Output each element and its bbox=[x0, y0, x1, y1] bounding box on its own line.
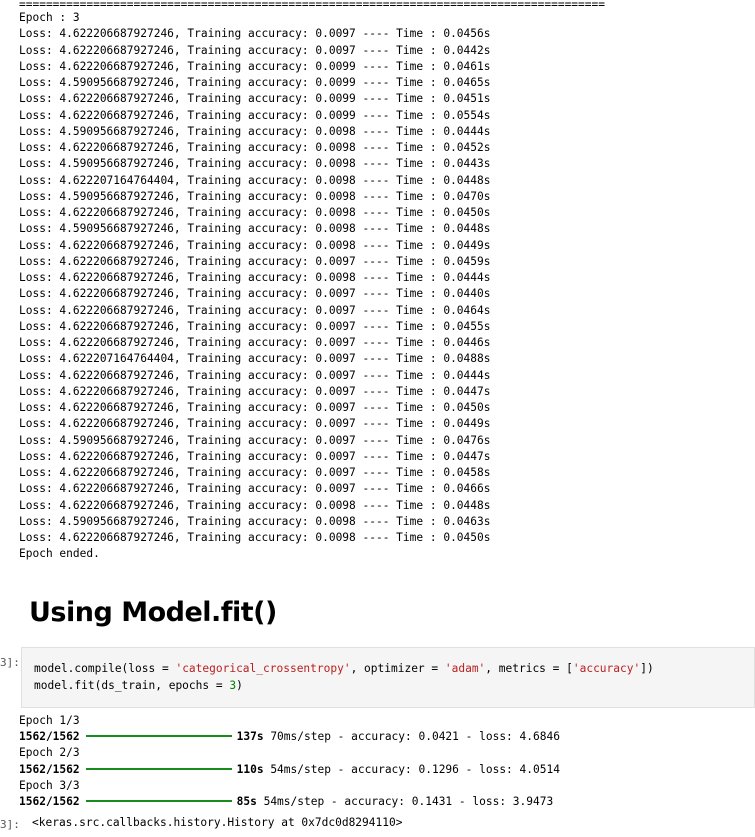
fit-progress-line: 1562/1562 85s 54ms/step - accuracy: 0.143… bbox=[19, 794, 749, 810]
log-line: Loss: 4.622207164764404, Training accura… bbox=[19, 173, 491, 187]
code-token: , metrics = [ bbox=[485, 662, 573, 675]
log-line: Loss: 4.622206687927246, Training accura… bbox=[19, 238, 491, 252]
log-line: Loss: 4.622206687927246, Training accura… bbox=[19, 384, 491, 398]
log-line: Loss: 4.590956687927246, Training accura… bbox=[19, 514, 491, 528]
log-line: Loss: 4.622206687927246, Training accura… bbox=[19, 466, 491, 479]
fit-epoch-header: Epoch 1/3 bbox=[19, 714, 80, 727]
log-line: Loss: 4.622206687927246, Training accura… bbox=[19, 27, 491, 41]
code-token: , optimizer = bbox=[350, 662, 445, 675]
epoch-header: Epoch : 3 bbox=[19, 11, 80, 24]
log-line: Loss: 4.590956687927246, Training accura… bbox=[19, 76, 491, 89]
log-line: Loss: 4.622206687927246, Training accura… bbox=[19, 287, 491, 301]
fit-progress-line: 1562/1562 110s 54ms/step - accuracy: 0.12… bbox=[19, 762, 749, 778]
code-line: model.compile(loss = 'categorical_crosse… bbox=[34, 660, 654, 677]
separator-line: ========================================… bbox=[19, 0, 605, 10]
code-cell[interactable]: model.compile(loss = 'categorical_crosse… bbox=[21, 647, 755, 708]
log-line: Loss: 4.590956687927246, Training accura… bbox=[19, 157, 491, 171]
log-line: Loss: 4.622207164764404, Training accura… bbox=[19, 352, 491, 366]
progress-bar bbox=[85, 799, 232, 802]
log-line: Loss: 4.622206687927246, Training accura… bbox=[19, 254, 491, 268]
log-line: Loss: 4.622206687927246, Training accura… bbox=[19, 319, 491, 333]
progress-bar bbox=[85, 767, 232, 770]
fit-metrics: 54ms/step - accuracy: 0.1431 - loss: 3.9… bbox=[256, 794, 554, 808]
code-token: model.fit(ds_train, epochs = bbox=[34, 679, 230, 692]
log-line: Loss: 4.622206687927246, Training accura… bbox=[19, 92, 491, 106]
log-line: Loss: 4.590956687927246, Training accura… bbox=[19, 222, 491, 236]
code-token: 'categorical_crossentropy' bbox=[175, 662, 351, 675]
log-line: Loss: 4.622206687927246, Training accura… bbox=[19, 108, 491, 122]
elapsed-time: 110s bbox=[236, 762, 264, 776]
log-line: Loss: 4.622206687927246, Training accura… bbox=[19, 141, 491, 154]
cell-prompt: 3]: bbox=[0, 656, 20, 669]
code-token: ) bbox=[236, 679, 243, 692]
log-line: Loss: 4.622206687927246, Training accura… bbox=[19, 498, 491, 512]
log-line: Loss: 4.590956687927246, Training accura… bbox=[19, 189, 491, 203]
log-line: Loss: 4.622206687927246, Training accura… bbox=[19, 336, 491, 349]
log-line: Loss: 4.622206687927246, Training accura… bbox=[19, 531, 491, 544]
code-token: model.compile(loss = bbox=[34, 662, 176, 675]
log-line: Loss: 4.622206687927246, Training accura… bbox=[19, 368, 491, 382]
fit-epoch-header: Epoch 2/3 bbox=[19, 746, 80, 760]
progress-bar bbox=[85, 735, 232, 738]
log-line: Loss: 4.622206687927246, Training accura… bbox=[19, 206, 491, 219]
log-line: Loss: 4.622206687927246, Training accura… bbox=[19, 43, 491, 57]
result-prompt: 3]: bbox=[0, 818, 20, 831]
elapsed-time: 137s bbox=[236, 730, 264, 744]
elapsed-time: 85s bbox=[236, 794, 257, 808]
log-line: Loss: 4.590956687927246, Training accura… bbox=[19, 124, 491, 138]
fit-progress-line: 1562/1562 137s 70ms/step - accuracy: 0.04… bbox=[19, 729, 749, 745]
log-line: Loss: 4.590956687927246, Training accura… bbox=[19, 433, 491, 447]
step-count: 1562/1562 bbox=[19, 794, 80, 808]
code-token: 'adam' bbox=[444, 662, 486, 675]
result-text: <keras.src.callbacks.history.History at … bbox=[32, 816, 403, 829]
log-line: Loss: 4.622206687927246, Training accura… bbox=[19, 59, 491, 73]
log-line: Loss: 4.622206687927246, Training accura… bbox=[19, 449, 491, 463]
section-heading: Using Model.fit() bbox=[29, 597, 277, 628]
log-line: Loss: 4.622206687927246, Training accura… bbox=[19, 303, 491, 317]
code-token: ]) bbox=[640, 662, 654, 675]
log-line: Loss: 4.622206687927246, Training accura… bbox=[19, 401, 491, 414]
training-log: Loss: 4.622206687927246, Training accura… bbox=[19, 26, 749, 546]
code-line: model.fit(ds_train, epochs = 3) bbox=[34, 677, 654, 694]
epoch-ended-text: Epoch ended. bbox=[19, 547, 100, 561]
log-line: Loss: 4.622206687927246, Training accura… bbox=[19, 482, 491, 496]
log-line: Loss: 4.622206687927246, Training accura… bbox=[19, 271, 491, 284]
training-output: ========================================… bbox=[19, 0, 749, 563]
step-count: 1562/1562 bbox=[19, 730, 80, 744]
code-token: 'accuracy' bbox=[572, 662, 641, 675]
fit-metrics: 70ms/step - accuracy: 0.0421 - loss: 4.6… bbox=[263, 730, 560, 744]
code-editor[interactable]: model.compile(loss = 'categorical_crosse… bbox=[34, 660, 654, 694]
fit-epoch-header: Epoch 3/3 bbox=[19, 778, 80, 792]
step-count: 1562/1562 bbox=[19, 762, 80, 776]
log-line: Loss: 4.622206687927246, Training accura… bbox=[19, 417, 491, 431]
fit-output: Epoch 1/3 1562/1562 137s 70ms/step - accur… bbox=[19, 713, 749, 810]
fit-metrics: 54ms/step - accuracy: 0.1296 - loss: 4.0… bbox=[263, 762, 560, 776]
